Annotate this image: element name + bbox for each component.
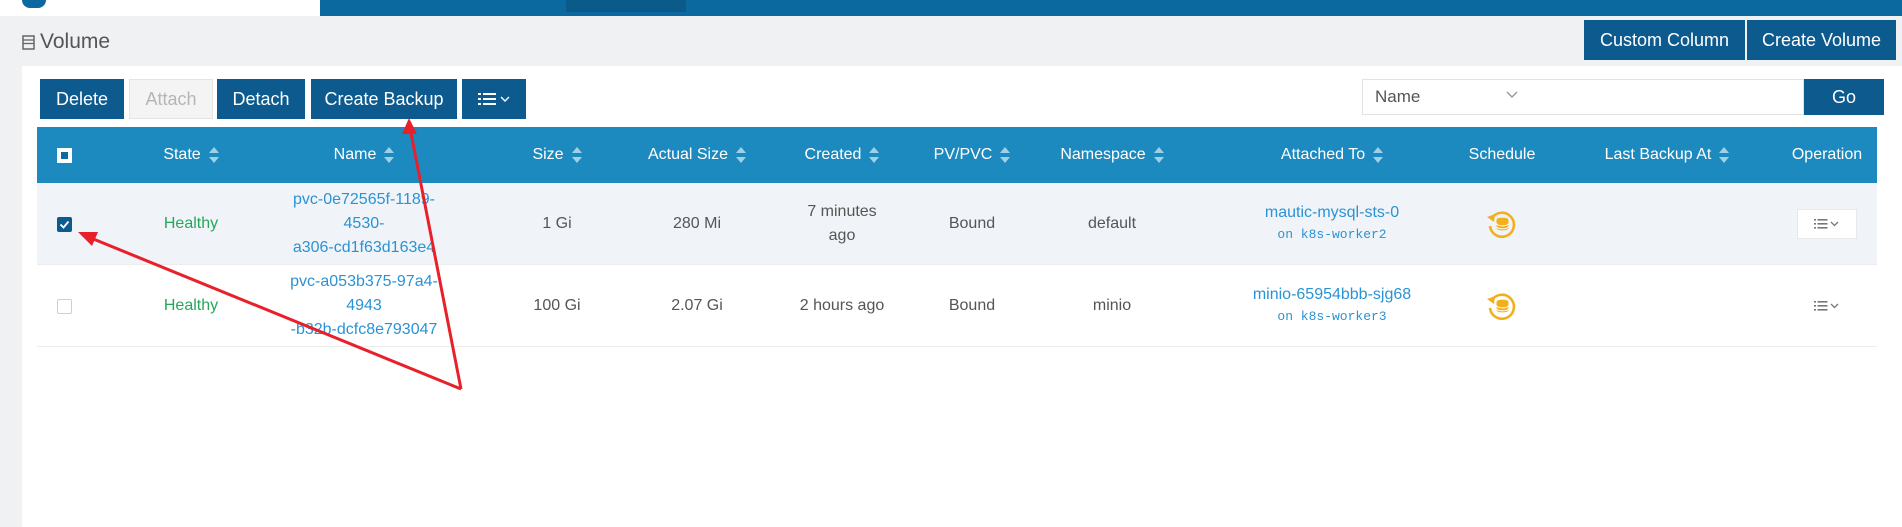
column-attached-to[interactable]: Attached To <box>1227 127 1437 183</box>
size-cell: 1 Gi <box>542 215 572 232</box>
list-menu-icon <box>1814 301 1839 311</box>
chevron-down-icon <box>500 96 510 102</box>
logo-area[interactable] <box>0 0 320 16</box>
go-button[interactable]: Go <box>1804 79 1884 115</box>
volume-name-link-line1[interactable]: pvc-a053b375-97a4-4943 <box>279 270 449 318</box>
select-all-cell[interactable] <box>37 127 91 183</box>
recurring-backup-icon[interactable] <box>1486 208 1518 240</box>
schedule-cell[interactable] <box>1447 265 1557 347</box>
column-pv-pvc[interactable]: PV/PVC <box>917 127 1027 183</box>
pv-pvc-cell: Bound <box>948 297 996 314</box>
page-title-text: Volume <box>40 30 111 53</box>
last-backup-cell <box>1577 183 1757 265</box>
list-menu-icon <box>1814 219 1839 229</box>
operation-menu-button[interactable] <box>1797 209 1857 239</box>
column-name[interactable]: Name <box>279 127 449 183</box>
name-cell[interactable]: pvc-0e72565f-1189-4530- a306-cd1f63d163e… <box>279 183 449 265</box>
operation-menu-button[interactable] <box>1797 291 1857 321</box>
detach-button[interactable]: Detach <box>217 79 305 119</box>
size-cell: 100 Gi <box>533 297 581 314</box>
create-volume-button[interactable]: Create Volume <box>1747 20 1896 60</box>
attach-button[interactable]: Attach <box>129 79 213 119</box>
column-operation: Operation <box>1791 146 1863 163</box>
select-all-checkbox[interactable] <box>56 147 72 163</box>
sort-icon <box>384 147 395 163</box>
chevron-down-icon <box>1506 91 1518 98</box>
row-select-cell[interactable] <box>37 265 91 347</box>
state-cell: Healthy <box>163 297 219 314</box>
column-size[interactable]: Size <box>507 127 607 183</box>
table-row: Healthy pvc-0e72565f-1189-4530- a306-cd1… <box>37 183 1877 265</box>
column-last-backup-at[interactable]: Last Backup At <box>1577 127 1757 183</box>
custom-column-button[interactable]: Custom Column <box>1584 20 1745 60</box>
column-actual-size[interactable]: Actual Size <box>622 127 772 183</box>
state-cell: Healthy <box>163 215 219 232</box>
actual-size-cell: 2.07 Gi <box>671 297 723 314</box>
logo-icon[interactable] <box>22 0 46 8</box>
created-cell: 7 minutes ago <box>807 203 877 244</box>
attached-to-cell: minio-65954bbb-sjg68 on k8s-worker3 <box>1227 265 1437 347</box>
column-schedule: Schedule <box>1468 146 1536 163</box>
attached-to-cell: mautic-mysql-sts-0 on k8s-worker2 <box>1227 183 1437 265</box>
row-checkbox[interactable] <box>56 298 72 314</box>
name-cell[interactable]: pvc-a053b375-97a4-4943 -b32b-dcfc8e79304… <box>279 265 449 347</box>
sort-icon <box>1153 147 1164 163</box>
nav-tab-volume-active[interactable] <box>566 0 686 12</box>
page-title: Volume <box>22 30 110 54</box>
sort-icon <box>736 147 747 163</box>
list-menu-icon <box>478 93 510 105</box>
row-select-cell[interactable] <box>37 183 91 265</box>
sort-icon <box>1000 147 1011 163</box>
schedule-cell[interactable] <box>1447 183 1557 265</box>
create-backup-button[interactable]: Create Backup <box>311 79 457 119</box>
actual-size-cell: 280 Mi <box>672 215 722 232</box>
recurring-backup-icon[interactable] <box>1486 290 1518 322</box>
volume-name-link-line2[interactable]: a306-cd1f63d163e4 <box>293 236 435 260</box>
attached-node-link[interactable]: on k8s-worker2 <box>1277 225 1386 246</box>
search-field-value: Name <box>1375 87 1421 106</box>
search-field-select[interactable]: Name <box>1362 79 1531 115</box>
created-cell: 2 hours ago <box>799 297 885 314</box>
namespace-cell: default <box>1087 215 1137 232</box>
attached-workload-link[interactable]: minio-65954bbb-sjg68 <box>1253 284 1411 306</box>
namespace-cell: minio <box>1092 297 1132 314</box>
volume-name-link-line2[interactable]: -b32b-dcfc8e793047 <box>291 318 438 342</box>
last-backup-cell <box>1577 265 1757 347</box>
attached-node-link[interactable]: on k8s-worker3 <box>1277 307 1386 328</box>
top-nav-bar <box>0 0 1902 16</box>
sort-icon <box>1719 147 1730 163</box>
sort-icon <box>1373 147 1384 163</box>
pv-pvc-cell: Bound <box>948 215 996 232</box>
sort-icon <box>208 147 219 163</box>
attached-workload-link[interactable]: mautic-mysql-sts-0 <box>1265 202 1399 224</box>
search-input[interactable] <box>1530 79 1804 115</box>
volume-icon <box>22 34 36 50</box>
sort-icon <box>869 147 880 163</box>
operation-cell <box>1777 183 1877 265</box>
column-namespace[interactable]: Namespace <box>1037 127 1187 183</box>
volume-name-link-line1[interactable]: pvc-0e72565f-1189-4530- <box>279 188 449 236</box>
sort-icon <box>571 147 582 163</box>
row-checkbox-checked[interactable] <box>56 216 72 232</box>
column-created[interactable]: Created <box>777 127 907 183</box>
column-state[interactable]: State <box>137 127 245 183</box>
table-row: Healthy pvc-a053b375-97a4-4943 -b32b-dcf… <box>37 265 1877 347</box>
more-actions-button[interactable] <box>462 79 526 119</box>
operation-cell <box>1777 265 1877 347</box>
delete-button[interactable]: Delete <box>40 79 124 119</box>
table-header: State Name Size Actual Size Created PV/P… <box>37 127 1877 183</box>
check-icon <box>59 220 69 229</box>
